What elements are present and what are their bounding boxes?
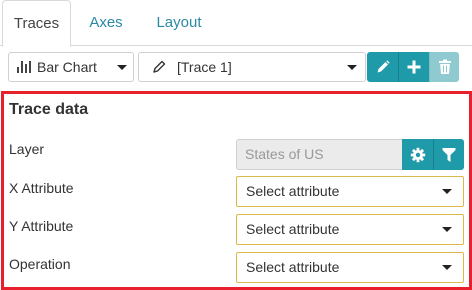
plus-icon xyxy=(407,60,421,74)
edit-trace-button[interactable] xyxy=(367,52,398,82)
trace-select-dropdown[interactable]: [Trace 1] xyxy=(138,52,366,82)
chevron-down-icon xyxy=(442,189,452,194)
filter-icon xyxy=(442,147,456,162)
add-trace-button[interactable] xyxy=(398,52,429,82)
y-attribute-label: Y Attribute xyxy=(9,218,74,234)
operation-label: Operation xyxy=(9,256,71,272)
chart-type-dropdown[interactable]: Bar Chart xyxy=(8,52,134,82)
chart-type-label: Bar Chart xyxy=(37,59,97,75)
trace-data-panel: Trace data Layer States of US X Attribut… xyxy=(1,91,472,290)
chevron-down-icon xyxy=(347,65,357,70)
operation-select[interactable]: Select attribute xyxy=(236,252,464,283)
x-attribute-select[interactable]: Select attribute xyxy=(236,176,464,207)
operation-value: Select attribute xyxy=(246,259,340,275)
trace-select-label: [Trace 1] xyxy=(177,59,232,75)
pencil-icon xyxy=(377,60,390,73)
delete-trace-button[interactable] xyxy=(429,52,459,82)
gear-icon xyxy=(410,147,425,162)
tab-bar: Traces Axes Layout xyxy=(0,0,472,47)
bar-chart-icon xyxy=(17,61,31,73)
y-attribute-value: Select attribute xyxy=(246,221,340,237)
panel-title: Trace data xyxy=(9,101,89,118)
chevron-down-icon xyxy=(442,227,452,232)
layer-field[interactable]: States of US xyxy=(236,139,402,170)
tab-layout[interactable]: Layout xyxy=(145,0,213,46)
layer-label: Layer xyxy=(9,141,45,157)
x-attribute-value: Select attribute xyxy=(246,183,340,199)
tab-traces[interactable]: Traces xyxy=(2,0,71,47)
pencil-icon xyxy=(153,60,166,73)
y-attribute-select[interactable]: Select attribute xyxy=(236,214,464,245)
layer-filter-button[interactable] xyxy=(433,139,464,170)
tab-axes[interactable]: Axes xyxy=(82,0,130,46)
chevron-down-icon xyxy=(442,265,452,270)
trash-icon xyxy=(438,59,451,74)
chevron-down-icon xyxy=(117,65,127,70)
layer-settings-button[interactable] xyxy=(402,139,433,170)
x-attribute-label: X Attribute xyxy=(9,180,74,196)
